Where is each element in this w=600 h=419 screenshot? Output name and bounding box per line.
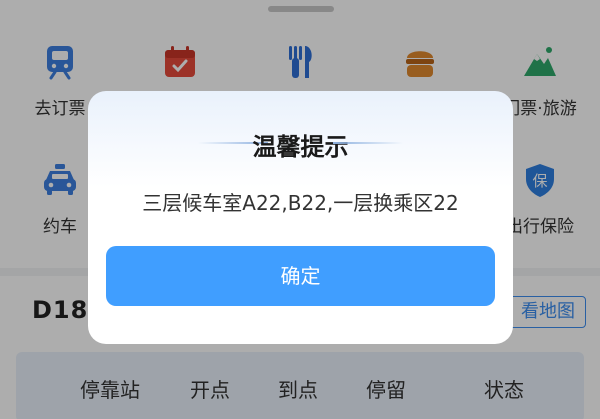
page-root: 去订票 门票·旅游 约车 保 出行保险 D184 看地图 停靠站 开点 到点 停…	[0, 0, 600, 419]
dialog-title: 温馨提示	[252, 133, 349, 161]
dialog-message: 三层候车室A22,B22,一层换乘区22	[142, 191, 459, 215]
dialog-header: 温馨提示	[88, 127, 513, 161]
title-decor-right	[333, 142, 403, 144]
confirm-button[interactable]: 确定	[106, 246, 495, 306]
notice-dialog: 温馨提示 三层候车室A22,B22,一层换乘区22 确定	[88, 91, 513, 344]
